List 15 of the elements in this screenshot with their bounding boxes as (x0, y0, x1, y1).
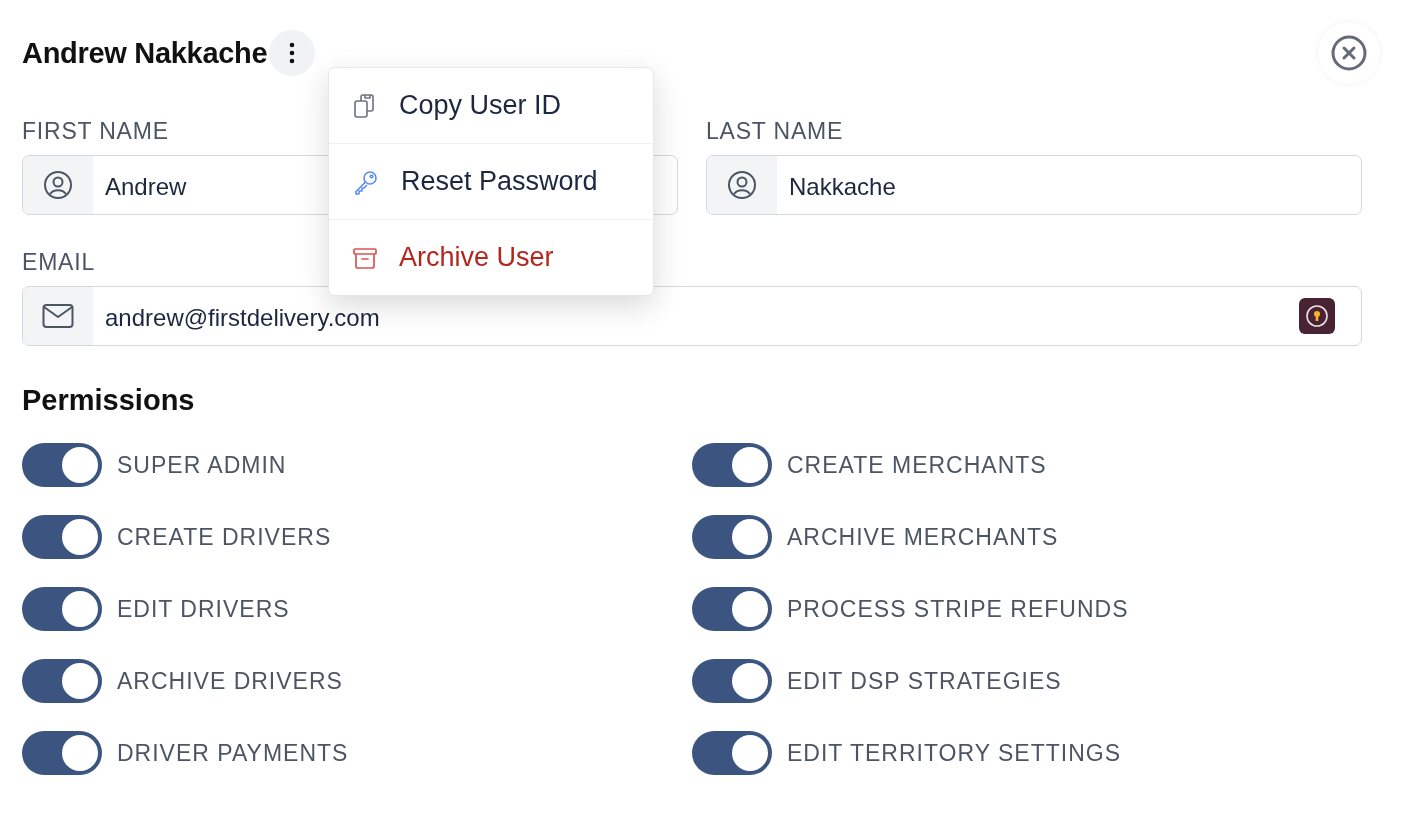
user-name-title: Andrew Nakkache (22, 36, 268, 70)
permission-label: EDIT DSP STRATEGIES (787, 667, 1062, 695)
permission-label: ARCHIVE MERCHANTS (787, 523, 1059, 551)
permission-label: EDIT DRIVERS (117, 595, 290, 623)
permission-label: CREATE MERCHANTS (787, 451, 1047, 479)
permission-label: DRIVER PAYMENTS (117, 739, 349, 767)
section-heading: Permissions (22, 384, 196, 417)
permission-label: EDIT TERRITORY SETTINGS (787, 739, 1121, 767)
field-label: FIRST NAME (22, 118, 169, 145)
field-label: EMAIL (22, 249, 96, 276)
field-label: LAST NAME (706, 118, 844, 145)
permission-label: SUPER ADMIN (117, 451, 287, 479)
permission-label: ARCHIVE DRIVERS (117, 667, 343, 695)
permission-label: CREATE DRIVERS (117, 523, 332, 551)
permission-label: PROCESS STRIPE REFUNDS (787, 595, 1129, 623)
